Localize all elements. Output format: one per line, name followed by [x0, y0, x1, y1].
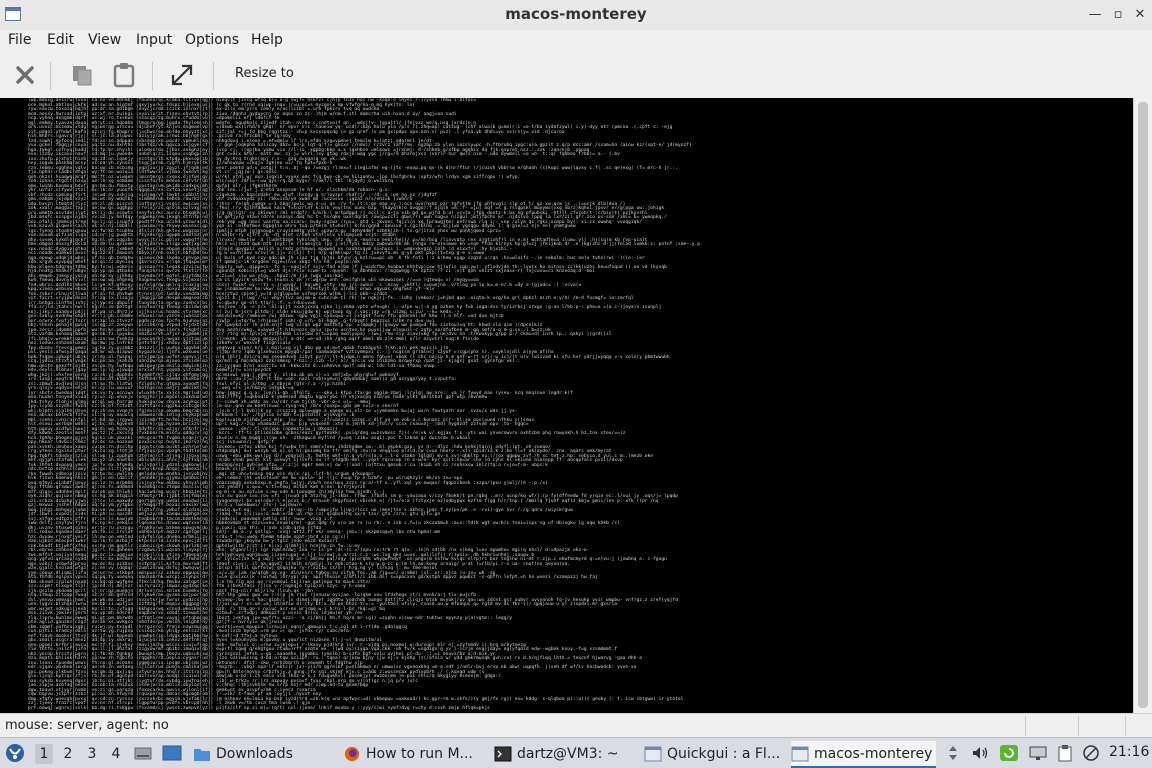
remote-display[interactable]: lwp.mduxg.aessrw[fvea] ca:nv:vd.mbhmbj (… — [0, 98, 1133, 713]
app-menu-icon — [6, 744, 24, 762]
status-cell — [1125, 716, 1126, 736]
notifications-indicator[interactable] — [1081, 743, 1101, 763]
menu-file[interactable]: File — [8, 32, 31, 48]
maximize-button[interactable]: ▫ — [1109, 6, 1127, 24]
task-label: macos-monterey — [814, 745, 933, 762]
volume-icon — [973, 747, 988, 759]
task-label: dartz@VM3: ~ — [517, 745, 619, 762]
status-bar: mouse: server, agent: no — [0, 713, 1152, 737]
task-terminal[interactable]: dartz@VM3: ~ — [494, 741, 637, 766]
scrollbar-thumb[interactable] — [1138, 102, 1148, 708]
task-label: How to run M... — [366, 745, 473, 762]
taskbar-clock[interactable]: 21:16 — [1109, 744, 1149, 760]
drive-icon — [134, 747, 152, 760]
network-indicator[interactable] — [1028, 743, 1048, 763]
clipboard-indicator[interactable] — [1055, 743, 1075, 763]
window-titlebar: macos-monterey — ▫ ✕ — [0, 0, 1152, 31]
window-icon — [644, 746, 662, 761]
clipboard-tray-icon — [1058, 745, 1072, 762]
network-icon — [1029, 746, 1047, 760]
window-title: macos-monterey — [505, 5, 647, 23]
copy-button[interactable] — [67, 60, 97, 90]
toolbar: Resize to — [0, 52, 1152, 99]
disconnect-button[interactable] — [10, 60, 40, 90]
menu-edit[interactable]: Edit — [47, 32, 74, 48]
start-menu-button[interactable] — [5, 743, 25, 763]
menu-options[interactable]: Options — [185, 32, 239, 48]
menu-view[interactable]: View — [88, 32, 121, 48]
workspace-2[interactable]: 2 — [59, 744, 77, 764]
window-icon — [791, 746, 809, 761]
task-macos-monterey[interactable]: macos-monterey — [791, 741, 936, 768]
fullscreen-arrows-icon — [171, 64, 193, 86]
toolbar-separator — [152, 62, 153, 90]
vertical-scrollbar[interactable] — [1133, 98, 1152, 713]
paste-button[interactable] — [109, 60, 139, 90]
task-scroll-button[interactable] — [943, 743, 963, 763]
minimize-button[interactable]: — — [1086, 6, 1104, 24]
toolbar-separator — [213, 62, 214, 90]
terminal-icon — [494, 746, 512, 761]
update-notifier[interactable] — [999, 743, 1019, 763]
menu-help[interactable]: Help — [251, 32, 283, 48]
copy-icon — [73, 66, 92, 86]
task-downloads[interactable]: Downloads — [193, 741, 335, 766]
mouse-status: mouse: server, agent: no — [5, 718, 169, 733]
task-label: Downloads — [216, 745, 293, 762]
volume-button[interactable] — [970, 743, 990, 763]
firefox-icon — [344, 746, 360, 761]
workspace-4[interactable]: 4 — [107, 744, 125, 764]
workspace-1[interactable]: 1 — [35, 744, 53, 764]
task-quickgui[interactable]: Quickgui : a Fl... — [644, 741, 787, 766]
resize-to-button[interactable]: Resize to — [235, 66, 294, 81]
fullscreen-button[interactable] — [167, 60, 197, 90]
task-firefox[interactable]: How to run M... — [343, 741, 486, 766]
folder-icon — [194, 748, 210, 761]
do-not-disturb-icon — [1083, 745, 1099, 761]
clipboard-icon — [113, 63, 135, 88]
status-cell — [1078, 716, 1079, 736]
taskbar: 1 2 3 4 Downloads How to run M... dartz@… — [0, 737, 1152, 768]
task-label: Quickgui : a Fl... — [667, 745, 781, 762]
menu-input[interactable]: Input — [136, 32, 172, 48]
workspace-3[interactable]: 3 — [83, 744, 101, 764]
close-button[interactable]: ✕ — [1131, 6, 1149, 24]
toolbar-separator — [50, 62, 51, 90]
scroll-arrows-icon — [949, 746, 957, 760]
close-x-icon — [16, 66, 34, 84]
file-manager-launcher[interactable] — [133, 743, 153, 763]
update-icon — [1000, 745, 1018, 761]
desktop-icon — [162, 745, 182, 761]
menu-bar: File Edit View Input Options Help — [0, 30, 1152, 52]
status-cell — [1025, 716, 1026, 736]
boot-log-text: lwp.mduxg.aessrw[fvea] ca:nv:vd.mbhmbj (… — [28, 98, 701, 711]
show-desktop-button[interactable] — [162, 743, 182, 763]
